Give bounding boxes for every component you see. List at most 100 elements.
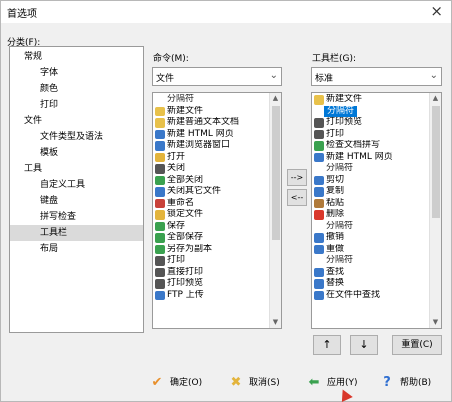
list-item-label: 替换 bbox=[326, 278, 345, 288]
toolbar-scrollbar[interactable]: ▲ ▼ bbox=[429, 93, 441, 328]
list-item[interactable]: 打印 bbox=[153, 255, 269, 267]
scroll-down-icon[interactable]: ▼ bbox=[270, 317, 281, 328]
list-item[interactable]: 新建文件 bbox=[312, 94, 429, 106]
replace-icon bbox=[314, 279, 324, 289]
list-item[interactable]: 打印 bbox=[312, 129, 429, 141]
ok-label: 确定(O) bbox=[170, 378, 203, 388]
list-item-label: 新建浏览器窗口 bbox=[167, 140, 231, 150]
list-item-label: 打印 bbox=[167, 255, 186, 265]
list-item[interactable]: 新建 HTML 网页 bbox=[153, 129, 269, 141]
list-item-label: 撤销 bbox=[326, 232, 345, 242]
scroll-up-icon[interactable]: ▲ bbox=[430, 93, 441, 104]
add-command-button[interactable]: --> bbox=[287, 169, 307, 186]
list-item-label: 新建 HTML 网页 bbox=[167, 128, 234, 139]
help-button[interactable]: ? 帮助(B) bbox=[379, 371, 431, 395]
commands-label: 命令(M): bbox=[153, 54, 189, 64]
list-item[interactable]: 分隔符 bbox=[312, 255, 429, 267]
list-item[interactable]: 撤销 bbox=[312, 232, 429, 244]
category-item[interactable]: 模板 bbox=[10, 145, 143, 161]
reset-button[interactable]: 重置(C) bbox=[392, 335, 442, 355]
commands-category-select[interactable]: 文件 ⌄ bbox=[152, 67, 282, 86]
ok-button[interactable]: ✔ 确定(O) bbox=[149, 371, 203, 395]
copy-icon bbox=[314, 187, 324, 197]
list-item[interactable]: 另存为副本 bbox=[153, 244, 269, 256]
list-item[interactable]: 复制 bbox=[312, 186, 429, 198]
list-item-label: 分隔符 bbox=[167, 94, 195, 104]
list-item[interactable]: 全部关闭 bbox=[153, 175, 269, 187]
category-item[interactable]: 自定义工具 bbox=[10, 177, 143, 193]
scroll-thumb[interactable] bbox=[432, 106, 440, 218]
list-item[interactable]: 新建普通文本文档 bbox=[153, 117, 269, 129]
spellcheck-icon bbox=[314, 141, 324, 151]
cancel-button[interactable]: ✖ 取消(S) bbox=[228, 371, 280, 395]
list-item[interactable]: 分隔符 bbox=[153, 94, 269, 106]
list-item[interactable]: 剪切 bbox=[312, 175, 429, 187]
list-item[interactable]: 锁定文件 bbox=[153, 209, 269, 221]
scroll-thumb[interactable] bbox=[272, 106, 280, 240]
list-item[interactable]: 新建浏览器窗口 bbox=[153, 140, 269, 152]
help-label: 帮助(B) bbox=[400, 378, 432, 388]
list-item[interactable]: 查找 bbox=[312, 267, 429, 279]
category-tree[interactable]: 常规 字体 颜色 打印 文件 文件类型及语法 模板 工具 自定义工具 键盘 拼写检查 工具栏 布局 bbox=[9, 46, 144, 333]
scroll-down-icon[interactable]: ▼ bbox=[430, 317, 441, 328]
category-item[interactable]: 拼写检查 bbox=[10, 209, 143, 225]
delete-icon bbox=[314, 210, 324, 220]
find-icon bbox=[314, 267, 324, 277]
list-item[interactable]: 分隔符 bbox=[312, 221, 429, 233]
toolbar-select[interactable]: 标准 ⌄ bbox=[311, 67, 442, 86]
commands-list[interactable]: 分隔符新建文件 新建普通文本文档 新建 HTML 网页 新建浏览器窗口打开 关闭全部关闭… bbox=[152, 92, 282, 329]
category-item[interactable]: 文件类型及语法 bbox=[10, 129, 143, 145]
undo-icon bbox=[314, 233, 324, 243]
list-item[interactable]: 打印预览 bbox=[312, 117, 429, 129]
list-item[interactable]: 新建文件 bbox=[153, 106, 269, 118]
list-item[interactable]: 新建 HTML 网页 bbox=[312, 152, 429, 164]
list-item[interactable]: 重命名 bbox=[153, 198, 269, 210]
list-item[interactable]: 在文件中查找 bbox=[312, 290, 429, 302]
list-item-label: 关闭 bbox=[167, 163, 186, 173]
arrow-down-icon: ↓ bbox=[359, 338, 369, 351]
apply-arrow-icon: ⬅ bbox=[308, 375, 320, 390]
list-item[interactable]: 粘贴 bbox=[312, 198, 429, 210]
list-item[interactable]: 直接打印 bbox=[153, 267, 269, 279]
remove-command-button[interactable]: <-- bbox=[287, 189, 307, 206]
list-item[interactable]: 删除 bbox=[312, 209, 429, 221]
list-item-label: 重做 bbox=[326, 243, 345, 254]
list-item[interactable]: FTP 上传 bbox=[153, 290, 269, 302]
category-item[interactable]: 布局 bbox=[10, 241, 143, 257]
preferences-dialog: 首选项 × 分类(F): 常规 字体 颜色 打印 文件 文件类型及语法 模板 工具 自定义工具键… bbox=[0, 0, 452, 402]
close-icon[interactable]: × bbox=[430, 3, 443, 19]
list-item[interactable]: 分隔符 bbox=[312, 163, 429, 175]
list-item[interactable]: 保存 bbox=[153, 221, 269, 233]
list-item[interactable]: 关闭 bbox=[153, 163, 269, 175]
list-item[interactable]: 打印预览 bbox=[153, 278, 269, 290]
list-item[interactable]: 关闭其它文件 bbox=[153, 186, 269, 198]
category-item[interactable]: 键盘 bbox=[10, 193, 143, 209]
toolbar-items-list[interactable]: 新建文件 分隔符 打印预览 打印 检查文档拼写 新建 HTML 网页 分隔符 剪切 复制 粘贴 删除… bbox=[311, 92, 442, 329]
list-item[interactable]: 打开 bbox=[153, 152, 269, 164]
list-item-label: 打印 bbox=[326, 128, 345, 139]
rename-icon bbox=[155, 198, 165, 208]
category-item[interactable]: 打印 bbox=[10, 97, 143, 113]
move-down-button[interactable]: ↓ bbox=[350, 335, 378, 355]
list-item[interactable]: 替换 bbox=[312, 278, 429, 290]
list-item-label: 复制 bbox=[326, 186, 345, 196]
list-item[interactable]: 检查文档拼写 bbox=[312, 140, 429, 152]
category-item[interactable]: 文件 bbox=[10, 113, 143, 129]
html-icon bbox=[314, 152, 324, 162]
move-up-button[interactable]: ↑ bbox=[313, 335, 341, 355]
ftp-upload-icon bbox=[155, 290, 165, 300]
list-item[interactable]: 重做 bbox=[312, 244, 429, 256]
list-item-label: 新建普通文本文档 bbox=[167, 117, 240, 127]
list-item-label: 全部保存 bbox=[167, 232, 204, 242]
category-item[interactable]: 工具 bbox=[10, 161, 143, 177]
list-item[interactable]: 全部保存 bbox=[153, 232, 269, 244]
list-item-label: 直接打印 bbox=[167, 266, 204, 277]
list-item[interactable]: 分隔符 bbox=[312, 105, 429, 117]
category-item[interactable]: 常规 bbox=[10, 49, 143, 65]
commands-scrollbar[interactable]: ▲ ▼ bbox=[269, 93, 281, 328]
scroll-up-icon[interactable]: ▲ bbox=[270, 93, 281, 104]
category-item[interactable]: 颜色 bbox=[10, 81, 143, 97]
close-all-icon bbox=[155, 175, 165, 185]
category-item[interactable]: 工具栏 bbox=[10, 225, 143, 241]
category-item[interactable]: 字体 bbox=[10, 65, 143, 81]
